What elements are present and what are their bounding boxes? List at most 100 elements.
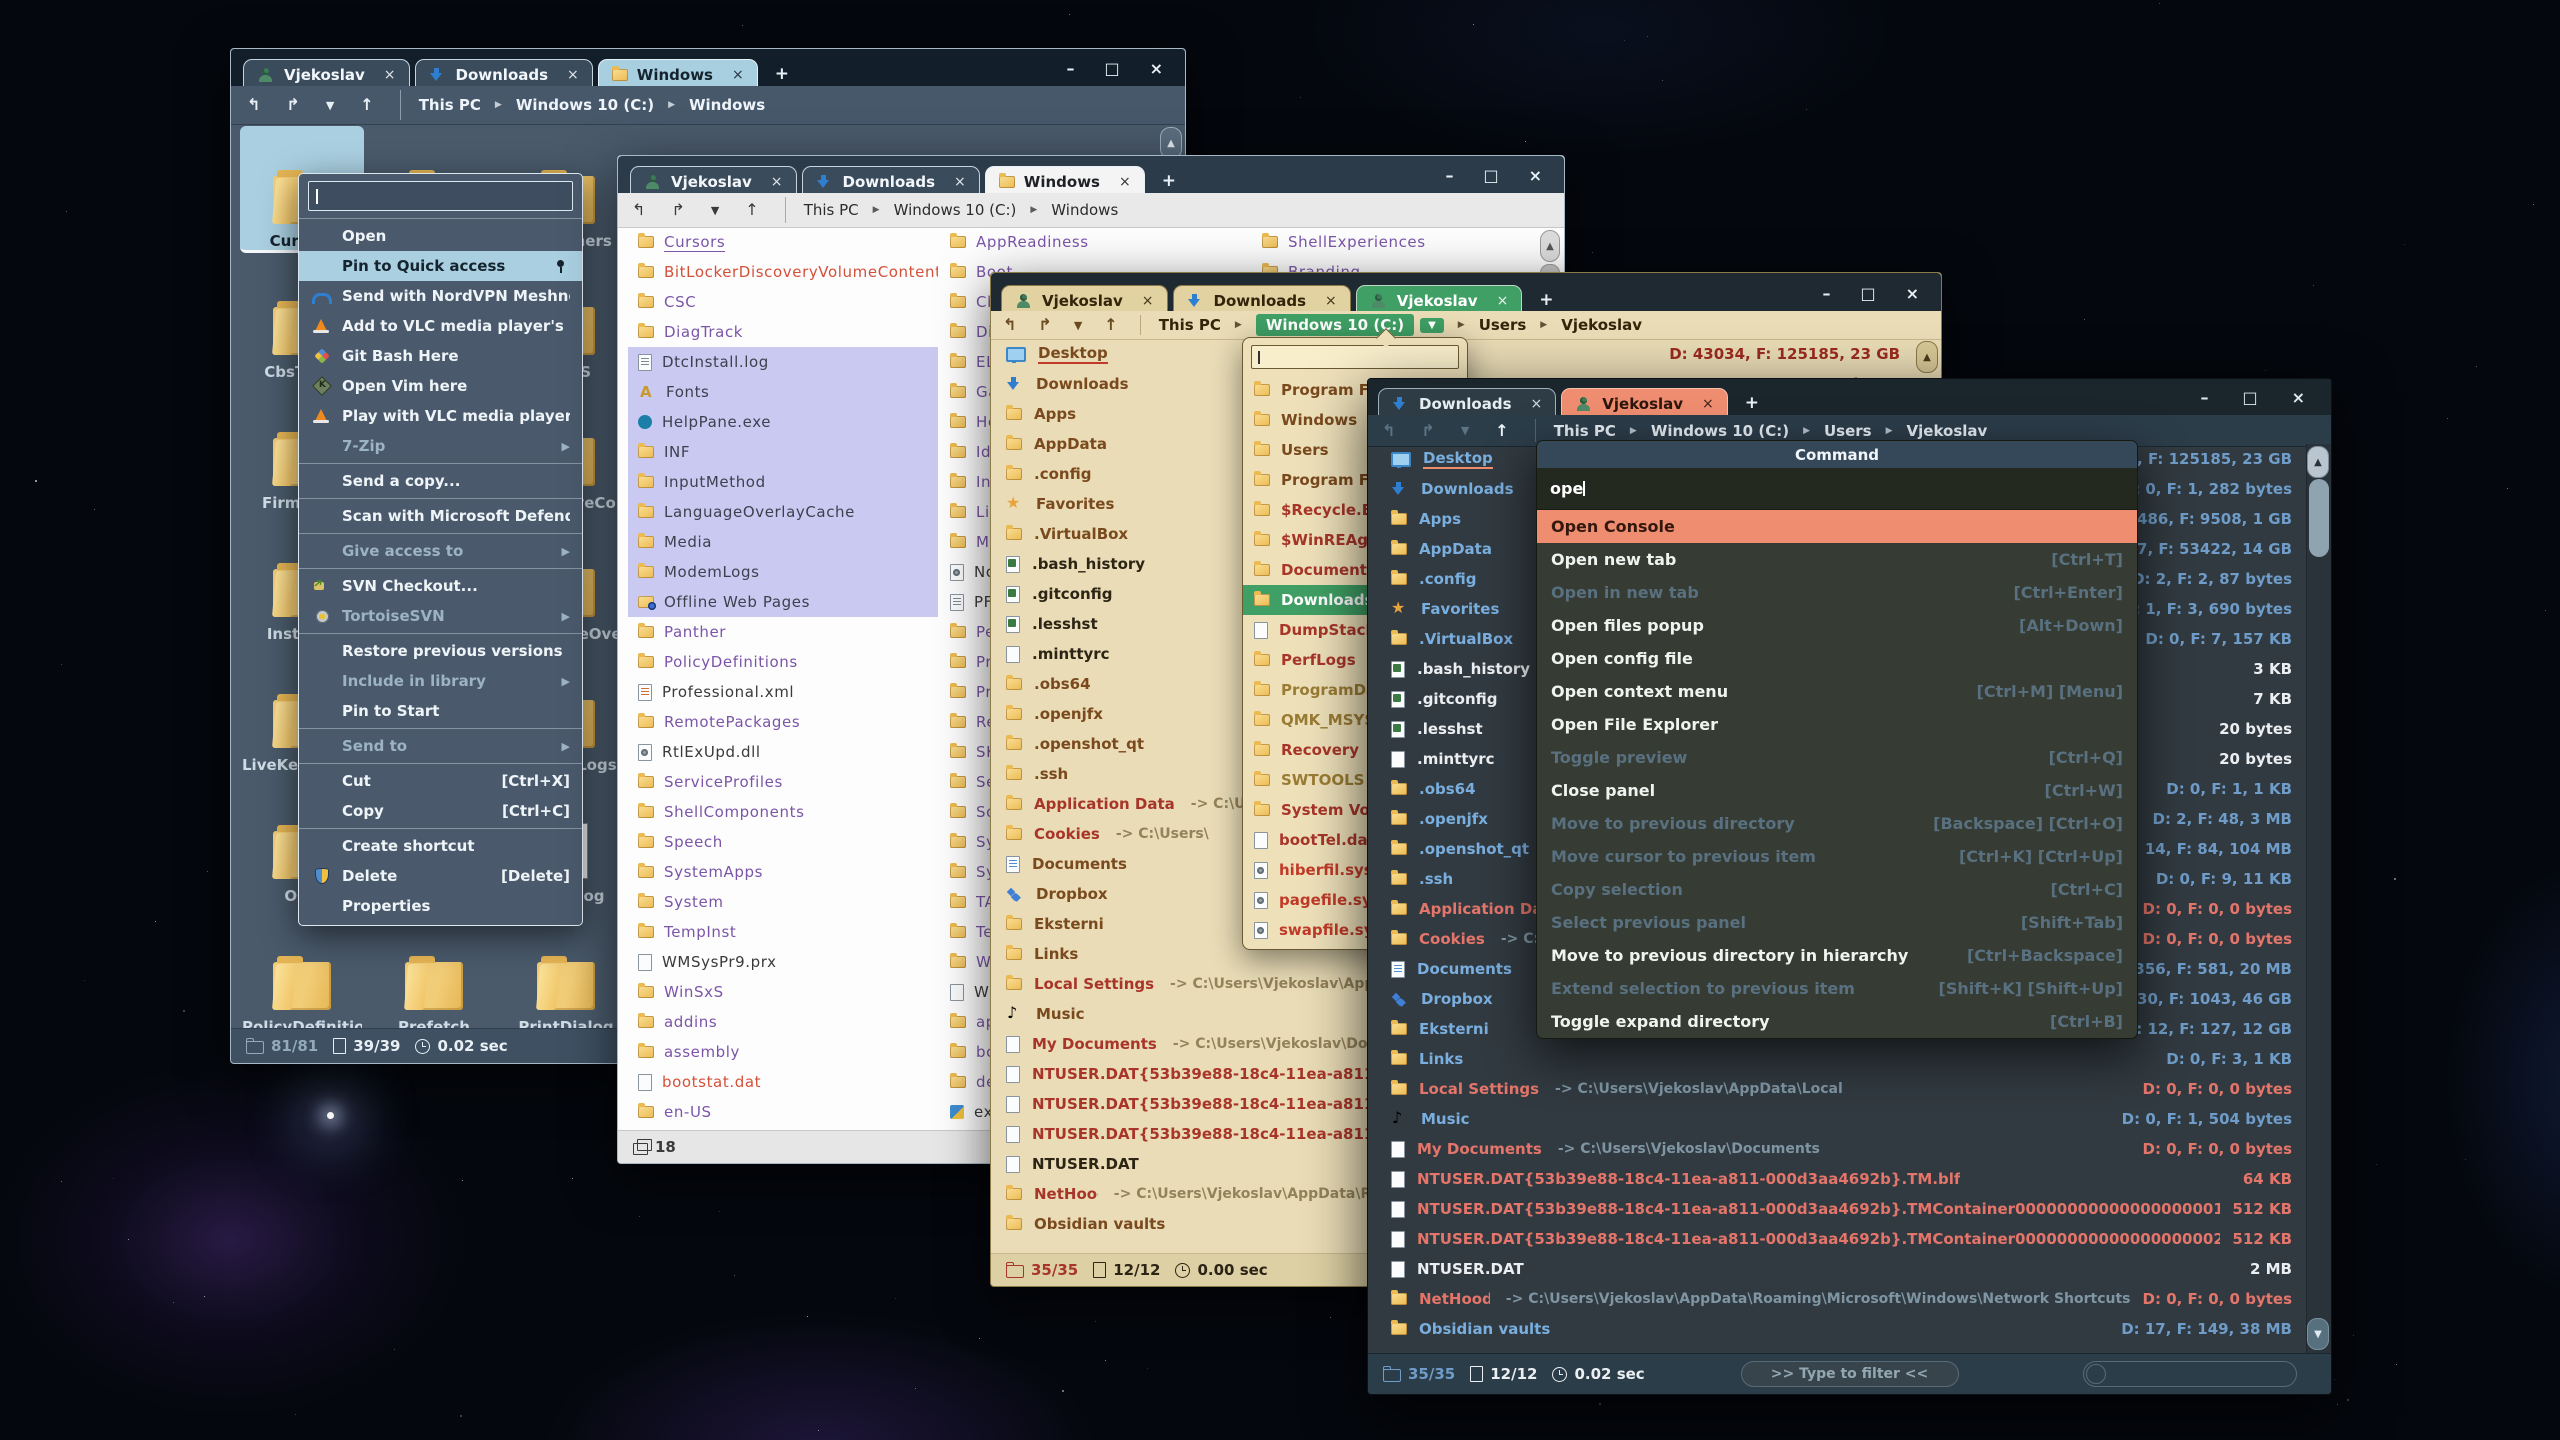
up-button[interactable]: ↑ xyxy=(360,97,373,113)
command-item-open-console[interactable]: Open Console xyxy=(1537,510,2137,543)
file-row[interactable]: SystemApps xyxy=(628,857,938,887)
file-row[interactable]: ServiceProfiles xyxy=(628,767,938,797)
file-row[interactable]: HelpPane.exe xyxy=(628,407,938,437)
menu-item-open[interactable]: Open xyxy=(299,221,582,251)
back-button[interactable]: ↰ xyxy=(247,97,260,113)
file-row[interactable]: BitLockerDiscoveryVolumeContents xyxy=(628,257,938,287)
file-row[interactable]: Speech xyxy=(628,827,938,857)
new-tab-button[interactable]: + xyxy=(1539,290,1553,310)
new-tab-button[interactable]: + xyxy=(775,64,789,84)
menu-item-send-with-nordvpn-meshnet[interactable]: Send with NordVPN Meshnet xyxy=(299,281,582,311)
minimize-button[interactable]: – xyxy=(2200,388,2208,407)
file-row[interactable]: System xyxy=(628,887,938,917)
file-row[interactable]: RtlExUpd.dll xyxy=(628,737,938,767)
file-row[interactable]: MusicD: 0, F: 1, 504 bytes xyxy=(1369,1104,2306,1134)
breadcrumb-dropdown-button[interactable]: ▼ xyxy=(1420,318,1444,333)
file-row[interactable]: Panther xyxy=(628,617,938,647)
tab-close-icon[interactable]: × xyxy=(771,174,783,190)
breadcrumb-segment[interactable]: Vjekoslav xyxy=(1561,316,1642,334)
breadcrumb-segment[interactable]: This PC xyxy=(419,96,481,114)
command-item-open-context-menu[interactable]: Open context menu[Ctrl+M] [Menu] xyxy=(1537,675,2137,708)
command-item-open-file-explorer[interactable]: Open File Explorer xyxy=(1537,708,2137,741)
menu-item-delete[interactable]: Delete[Delete] xyxy=(299,861,582,891)
command-item-open-new-tab[interactable]: Open new tab[Ctrl+T] xyxy=(1537,543,2137,576)
command-item-open-files-popup[interactable]: Open files popup[Alt+Down] xyxy=(1537,609,2137,642)
file-row[interactable]: InputMethod xyxy=(628,467,938,497)
dropdown-button[interactable]: ▼ xyxy=(1074,320,1082,331)
menu-item-restore-previous-versions[interactable]: Restore previous versions xyxy=(299,636,582,666)
menu-item-scan-with-microsoft-defender-[interactable]: Scan with Microsoft Defender... xyxy=(299,501,582,531)
file-row[interactable]: assembly xyxy=(628,1037,938,1067)
file-row[interactable]: Offline Web Pages xyxy=(628,587,938,617)
file-row[interactable]: NTUSER.DAT{53b39e88-18c4-11ea-a811-000d3… xyxy=(1369,1164,2306,1194)
scrollbar-thumb[interactable] xyxy=(2309,479,2329,557)
file-row[interactable]: Media xyxy=(628,527,938,557)
file-row[interactable]: addins xyxy=(628,1007,938,1037)
grid-item[interactable]: PrintDialog xyxy=(504,912,628,1029)
file-row[interactable]: LinksD: 0, F: 3, 1 KB xyxy=(1369,1044,2306,1074)
maximize-button[interactable]: □ xyxy=(1483,166,1498,185)
tab-close-icon[interactable]: × xyxy=(567,67,579,83)
file-row[interactable]: Professional.xml xyxy=(628,677,938,707)
command-item-move-cursor-to-previous-item[interactable]: Move cursor to previous item[Ctrl+K] [Ct… xyxy=(1537,840,2137,873)
breadcrumb-segment[interactable]: Windows xyxy=(689,96,765,114)
dropdown-button[interactable]: ▼ xyxy=(1461,425,1469,436)
minimize-button[interactable]: – xyxy=(1822,284,1830,303)
command-item-open-in-new-tab[interactable]: Open in new tab[Ctrl+Enter] xyxy=(1537,576,2137,609)
tab-close-icon[interactable]: × xyxy=(1325,293,1337,309)
breadcrumb-segment[interactable]: This PC xyxy=(1159,316,1221,334)
minimize-button[interactable]: – xyxy=(1066,59,1074,78)
command-item-close-panel[interactable]: Close panel[Ctrl+W] xyxy=(1537,774,2137,807)
file-row[interactable]: Cursors xyxy=(628,227,938,257)
menu-item-git-bash-here[interactable]: Git Bash Here xyxy=(299,341,582,371)
minimize-button[interactable]: – xyxy=(1445,166,1453,185)
menu-item-send-a-copy-[interactable]: Send a copy... xyxy=(299,466,582,496)
file-row[interactable]: ShellExperiences xyxy=(1252,227,1562,257)
scroll-down-button[interactable]: ▼ xyxy=(2307,1318,2329,1350)
grid-item[interactable]: Prefetch xyxy=(372,912,496,1029)
back-button[interactable]: ↰ xyxy=(1382,423,1395,439)
command-input[interactable]: ope xyxy=(1537,468,2137,510)
file-row[interactable]: LanguageOverlayCache xyxy=(628,497,938,527)
command-item-move-to-previous-directory-in-hierarchy[interactable]: Move to previous directory in hierarchy[… xyxy=(1537,939,2137,972)
file-row[interactable]: My Documents-> C:\Users\Vjekoslav\Docume… xyxy=(1369,1134,2306,1164)
breadcrumb-segment[interactable]: Windows xyxy=(1051,201,1118,219)
tab-close-icon[interactable]: × xyxy=(954,174,966,190)
file-row[interactable]: ShellComponents xyxy=(628,797,938,827)
file-row[interactable]: bootstat.dat xyxy=(628,1067,938,1097)
type-to-filter-button[interactable]: >> Type to filter << xyxy=(1741,1361,1959,1387)
forward-button[interactable]: ↱ xyxy=(671,202,684,218)
close-button[interactable]: × xyxy=(2292,388,2305,407)
menu-item-cut[interactable]: Cut[Ctrl+X] xyxy=(299,766,582,796)
menu-item-include-in-library[interactable]: Include in library▶ xyxy=(299,666,582,696)
breadcrumb-segment[interactable]: Windows 10 (C:) xyxy=(1651,422,1789,440)
file-row[interactable]: Fonts xyxy=(628,377,938,407)
file-row[interactable]: WinSxS xyxy=(628,977,938,1007)
close-button[interactable]: × xyxy=(1150,59,1163,78)
file-row[interactable]: AppReadiness xyxy=(940,227,1250,257)
up-button[interactable]: ↑ xyxy=(745,202,758,218)
forward-button[interactable]: ↱ xyxy=(1038,317,1051,333)
command-item-toggle-preview[interactable]: Toggle preview[Ctrl+Q] xyxy=(1537,741,2137,774)
file-row[interactable]: TempInst xyxy=(628,917,938,947)
menu-item-give-access-to[interactable]: Give access to▶ xyxy=(299,536,582,566)
tab-close-icon[interactable]: × xyxy=(732,67,744,83)
menu-item-pin-to-quick-access[interactable]: Pin to Quick access xyxy=(299,251,582,281)
up-button[interactable]: ↑ xyxy=(1104,317,1117,333)
up-button[interactable]: ↑ xyxy=(1495,423,1508,439)
maximize-button[interactable]: □ xyxy=(1104,59,1119,78)
file-row[interactable]: RemotePackages xyxy=(628,707,938,737)
back-button[interactable]: ↰ xyxy=(632,202,645,218)
breadcrumb-segment[interactable]: This PC xyxy=(804,201,859,219)
command-item-toggle-expand-directory[interactable]: Toggle expand directory[Ctrl+B] xyxy=(1537,1005,2137,1038)
command-item-open-config-file[interactable]: Open config file xyxy=(1537,642,2137,675)
scrollbar-track[interactable] xyxy=(2306,444,2331,1353)
file-row[interactable]: PolicyDefinitions xyxy=(628,647,938,677)
breadcrumb-segment[interactable]: Users xyxy=(1479,316,1527,334)
menu-item-pin-to-start[interactable]: Pin to Start xyxy=(299,696,582,726)
menu-item-7-zip[interactable]: 7-Zip▶ xyxy=(299,431,582,461)
dropdown-button[interactable]: ▼ xyxy=(711,205,719,216)
menu-item-create-shortcut[interactable]: Create shortcut xyxy=(299,831,582,861)
command-item-extend-selection-to-previous-item[interactable]: Extend selection to previous item[Shift+… xyxy=(1537,972,2137,1005)
breadcrumb-segment[interactable]: This PC xyxy=(1554,422,1616,440)
